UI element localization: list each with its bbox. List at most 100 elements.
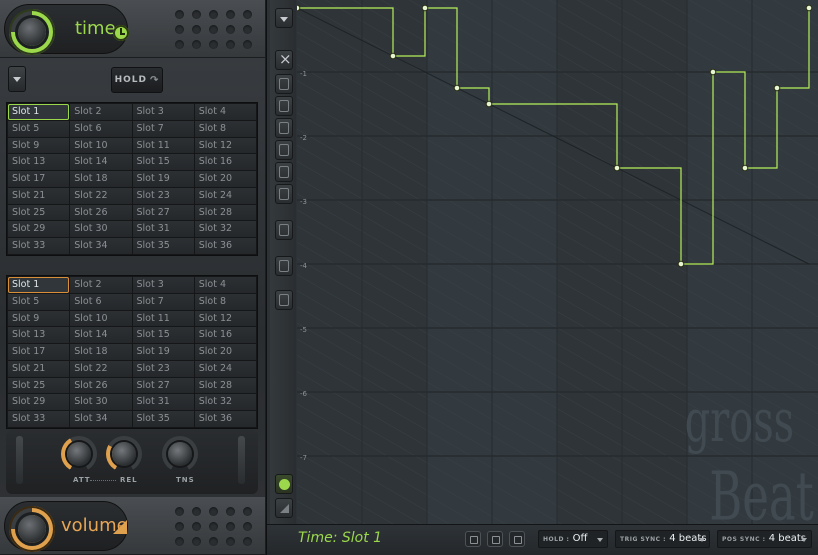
envelope-point-10[interactable] <box>773 84 781 92</box>
time-slot-10[interactable]: Slot 10 <box>70 137 132 154</box>
tool-button-3[interactable] <box>275 118 293 138</box>
pos-sync-select[interactable]: POS SYNC : 4 beats <box>717 530 812 548</box>
volume-slot-13[interactable]: Slot 13 <box>8 327 70 344</box>
time-slot-12[interactable]: Slot 12 <box>194 137 256 154</box>
time-slot-36[interactable]: Slot 36 <box>194 238 256 254</box>
right-slider[interactable] <box>238 436 245 484</box>
envelope-graph[interactable]: -1 -2 -3 -4 -5 -6 -7 gross Beat <box>297 0 818 524</box>
envelope-point-11[interactable] <box>805 4 813 12</box>
volume-badge[interactable]: volume <box>4 501 128 552</box>
volume-slot-10[interactable]: Slot 10 <box>70 310 132 327</box>
time-slot-18[interactable]: Slot 18 <box>70 171 132 187</box>
volume-power-knob[interactable] <box>9 506 55 552</box>
envelope-point-5[interactable] <box>485 100 493 108</box>
volume-slot-26[interactable]: Slot 26 <box>70 377 132 394</box>
volume-slot-28[interactable]: Slot 28 <box>194 377 256 394</box>
volume-slot-23[interactable]: Slot 23 <box>132 360 194 377</box>
trig-sync-select[interactable]: TRIG SYNC : 4 beats <box>615 530 710 548</box>
volume-slot-21[interactable]: Slot 21 <box>8 360 70 377</box>
volume-slot-22[interactable]: Slot 22 <box>70 360 132 377</box>
volume-slot-35[interactable]: Slot 35 <box>132 411 194 427</box>
time-slot-21[interactable]: Slot 21 <box>8 187 70 204</box>
pencil-tool-button[interactable] <box>275 256 293 276</box>
hold-select[interactable]: HOLD : Off <box>538 530 608 548</box>
time-slot-32[interactable]: Slot 32 <box>194 221 256 238</box>
time-slot-3[interactable]: Slot 3 <box>132 104 194 120</box>
volume-slot-18[interactable]: Slot 18 <box>70 344 132 360</box>
time-mode-button[interactable] <box>275 474 293 494</box>
close-button[interactable]: × <box>275 50 293 70</box>
tool-button-1[interactable] <box>275 74 293 94</box>
time-slot-16[interactable]: Slot 16 <box>194 154 256 171</box>
tool-button-2[interactable] <box>275 96 293 116</box>
tns-knob[interactable] <box>162 436 198 472</box>
draw-tool-button[interactable] <box>275 220 293 240</box>
envelope-point-8[interactable] <box>709 68 717 76</box>
time-slot-5[interactable]: Slot 5 <box>8 120 70 137</box>
volume-slot-1[interactable]: Slot 1 <box>8 277 70 293</box>
editor-menu-dropdown[interactable] <box>275 8 293 28</box>
volume-slot-17[interactable]: Slot 17 <box>8 344 70 360</box>
status-btn-3[interactable] <box>509 531 525 547</box>
left-slider[interactable] <box>16 436 23 484</box>
time-slot-7[interactable]: Slot 7 <box>132 120 194 137</box>
volume-slot-9[interactable]: Slot 9 <box>8 310 70 327</box>
volume-slot-5[interactable]: Slot 5 <box>8 293 70 310</box>
volume-slot-16[interactable]: Slot 16 <box>194 327 256 344</box>
time-slot-19[interactable]: Slot 19 <box>132 171 194 187</box>
envelope-point-2[interactable] <box>389 52 397 60</box>
volume-slot-31[interactable]: Slot 31 <box>132 394 194 411</box>
volume-slot-25[interactable]: Slot 25 <box>8 377 70 394</box>
rel-knob[interactable] <box>106 436 142 472</box>
volume-slot-15[interactable]: Slot 15 <box>132 327 194 344</box>
time-slot-24[interactable]: Slot 24 <box>194 187 256 204</box>
time-slot-4[interactable]: Slot 4 <box>194 104 256 120</box>
envelope-point-6[interactable] <box>613 164 621 172</box>
time-slot-17[interactable]: Slot 17 <box>8 171 70 187</box>
tool-button-4[interactable] <box>275 140 293 160</box>
volume-slot-33[interactable]: Slot 33 <box>8 411 70 427</box>
time-slot-20[interactable]: Slot 20 <box>194 171 256 187</box>
time-menu-dropdown[interactable] <box>8 66 26 92</box>
time-slot-13[interactable]: Slot 13 <box>8 154 70 171</box>
volume-slot-20[interactable]: Slot 20 <box>194 344 256 360</box>
tool-button-6[interactable] <box>275 184 293 204</box>
time-slot-35[interactable]: Slot 35 <box>132 238 194 254</box>
time-slot-8[interactable]: Slot 8 <box>194 120 256 137</box>
time-slot-29[interactable]: Slot 29 <box>8 221 70 238</box>
volume-slot-8[interactable]: Slot 8 <box>194 293 256 310</box>
time-slot-14[interactable]: Slot 14 <box>70 154 132 171</box>
time-slot-9[interactable]: Slot 9 <box>8 137 70 154</box>
time-slot-27[interactable]: Slot 27 <box>132 204 194 221</box>
time-slot-26[interactable]: Slot 26 <box>70 204 132 221</box>
time-badge[interactable]: time <box>4 4 129 55</box>
envelope-point-4[interactable] <box>453 84 461 92</box>
volume-slot-14[interactable]: Slot 14 <box>70 327 132 344</box>
time-slot-25[interactable]: Slot 25 <box>8 204 70 221</box>
time-slot-2[interactable]: Slot 2 <box>70 104 132 120</box>
volume-mode-button[interactable] <box>275 498 293 518</box>
time-slot-31[interactable]: Slot 31 <box>132 221 194 238</box>
time-power-knob[interactable] <box>9 9 55 55</box>
time-slot-28[interactable]: Slot 28 <box>194 204 256 221</box>
time-slot-6[interactable]: Slot 6 <box>70 120 132 137</box>
status-btn-1[interactable] <box>465 531 481 547</box>
volume-slot-4[interactable]: Slot 4 <box>194 277 256 293</box>
hold-button[interactable]: HOLD ↷ <box>111 67 163 93</box>
time-slot-34[interactable]: Slot 34 <box>70 238 132 254</box>
time-slot-11[interactable]: Slot 11 <box>132 137 194 154</box>
volume-slot-19[interactable]: Slot 19 <box>132 344 194 360</box>
volume-slot-32[interactable]: Slot 32 <box>194 394 256 411</box>
time-slot-15[interactable]: Slot 15 <box>132 154 194 171</box>
envelope-point-1[interactable] <box>297 4 301 12</box>
volume-slot-6[interactable]: Slot 6 <box>70 293 132 310</box>
volume-slot-3[interactable]: Slot 3 <box>132 277 194 293</box>
time-slot-30[interactable]: Slot 30 <box>70 221 132 238</box>
time-slot-22[interactable]: Slot 22 <box>70 187 132 204</box>
time-slot-1[interactable]: Slot 1 <box>8 104 70 120</box>
volume-slot-11[interactable]: Slot 11 <box>132 310 194 327</box>
envelope-point-9[interactable] <box>741 164 749 172</box>
tool-button-5[interactable] <box>275 162 293 182</box>
envelope-point-7[interactable] <box>677 260 685 268</box>
volume-slot-29[interactable]: Slot 29 <box>8 394 70 411</box>
